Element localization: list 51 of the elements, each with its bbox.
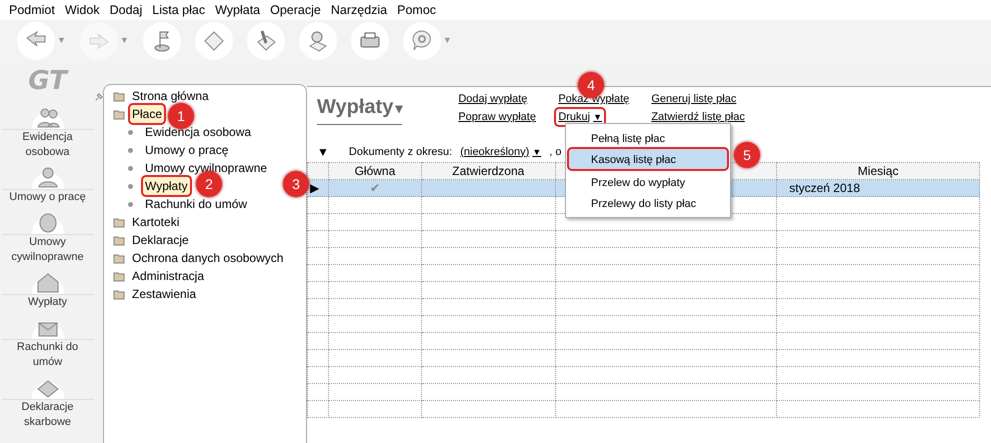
menu-item[interactable]: Widok — [60, 0, 105, 20]
menu-item[interactable]: Przelew do wypłaty — [569, 172, 727, 192]
table-cell: styczeń 2018 — [789, 180, 860, 194]
caret-icon: ▼ — [442, 34, 452, 48]
caret-icon[interactable]: ▾ — [395, 100, 402, 116]
menu-item[interactable]: Narzędzia — [326, 0, 392, 20]
menu-item[interactable]: Pomoc — [392, 0, 442, 20]
tree-item[interactable]: Deklaracje — [130, 231, 191, 249]
filter-text: , o — [549, 144, 562, 160]
menu-item[interactable]: Przelewy do listy płac — [569, 193, 727, 213]
row-pointer-icon: ▶ — [310, 180, 319, 194]
bullet-icon — [128, 202, 133, 206]
column-header[interactable]: Miesiąc — [858, 164, 898, 178]
bullet-icon — [128, 130, 133, 134]
page-title: Wypłaty — [317, 96, 394, 119]
menu-item[interactable]: Dodaj — [104, 0, 148, 20]
tree-item[interactable]: Umowy o pracę — [143, 141, 230, 159]
collapse-arrow-icon[interactable]: ▼ — [317, 143, 329, 161]
menu-item[interactable]: Pełną listę płac — [569, 128, 727, 148]
action-link[interactable]: Generuj listę płac — [649, 91, 738, 108]
logo: GT — [28, 66, 67, 98]
nav-button[interactable]: Rachunki do umów — [2, 312, 94, 370]
caret-icon: ▼ — [120, 34, 129, 48]
nav-button[interactable]: Ewidencja osobowa — [2, 102, 94, 160]
print-dropdown[interactable]: Drukuj ▼ — [556, 108, 604, 125]
tree-item[interactable]: Strona główna — [130, 87, 211, 105]
bullet-icon — [128, 184, 133, 188]
caret-icon: ▼ — [57, 34, 66, 48]
tree-item[interactable]: Kartoteki — [130, 213, 182, 231]
period-dropdown[interactable]: (nieokreślony) ▼ — [460, 144, 542, 160]
tree-item[interactable]: Wypłaty — [143, 177, 190, 195]
tree-item[interactable]: Administracja — [130, 267, 206, 285]
action-link[interactable]: Popraw wypłatę — [456, 108, 538, 125]
tree-item[interactable]: Zestawienia — [130, 285, 198, 303]
tree-item[interactable]: Rachunki do umów — [143, 195, 250, 213]
bullet-icon — [128, 148, 133, 152]
nav-button[interactable]: Umowy cywilnoprawne — [2, 207, 94, 265]
menu-item[interactable]: Lista płac — [147, 0, 210, 20]
menu-item[interactable]: Podmiot — [4, 0, 60, 20]
tree-item[interactable]: Ochrona danych osobowych — [130, 249, 286, 267]
filter-label: Dokumenty z okresu: — [348, 144, 452, 160]
bullet-icon — [128, 166, 133, 170]
pin-icon[interactable] — [95, 92, 103, 102]
nav-button[interactable]: Deklaracje skarbowe — [2, 372, 94, 430]
checkmark-icon: ✔ — [370, 180, 380, 194]
action-link[interactable]: Zatwierdź listę płac — [649, 108, 747, 125]
action-link[interactable]: Dodaj wypłatę — [456, 91, 530, 108]
menu-item[interactable]: Kasową listę płac — [569, 149, 727, 169]
menu-item[interactable]: Operacje — [265, 0, 326, 20]
menu-item[interactable]: Wypłata — [210, 0, 266, 20]
tree-item[interactable]: Płace — [130, 105, 164, 123]
